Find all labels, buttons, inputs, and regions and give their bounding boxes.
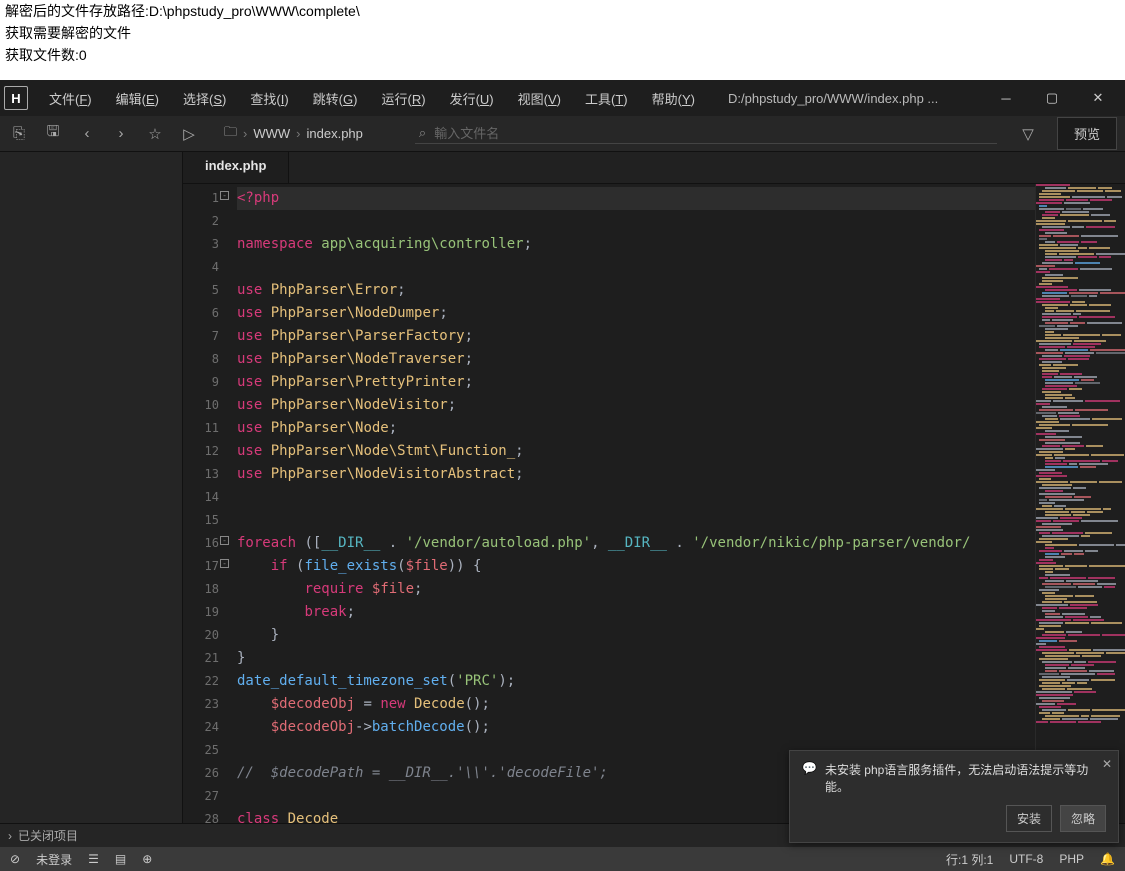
- tab-bar: index.php: [183, 152, 1125, 184]
- status-login[interactable]: 未登录: [36, 851, 72, 868]
- notification-close-icon[interactable]: ✕: [1102, 757, 1112, 771]
- editor-main: index.php 1-2345678910111213141516-17-18…: [183, 152, 1125, 823]
- minimap[interactable]: [1035, 184, 1125, 823]
- new-file-icon[interactable]: ⎘: [8, 123, 30, 145]
- app-icon: H: [4, 86, 28, 110]
- menu-goto[interactable]: 跳转(G): [302, 85, 369, 112]
- menu-run[interactable]: 运行(R): [370, 85, 436, 112]
- folder-icon: 🗀: [224, 123, 237, 145]
- save-icon[interactable]: 🖫: [42, 123, 64, 145]
- menu-publish[interactable]: 发行(U): [439, 85, 505, 112]
- minimize-button[interactable]: ─: [983, 80, 1029, 116]
- menu-tools[interactable]: 工具(T): [574, 85, 639, 112]
- menu-bar: H 文件(F) 编辑(E) 选择(S) 查找(I) 跳转(G) 运行(R) 发行…: [0, 80, 1125, 116]
- tab-index-php[interactable]: index.php: [183, 152, 289, 183]
- sidebar: [0, 152, 183, 823]
- window-controls: ─ ▢ ✕: [983, 80, 1121, 116]
- maximize-button[interactable]: ▢: [1029, 80, 1075, 116]
- message-icon: 💬: [802, 761, 817, 795]
- status-rowcol[interactable]: 行:1 列:1: [946, 851, 993, 868]
- code-editor[interactable]: 1-2345678910111213141516-17-181920212223…: [183, 184, 1125, 823]
- chevron-right-icon: ›: [8, 829, 12, 843]
- breadcrumb-folder[interactable]: WWW: [253, 126, 290, 141]
- gutter: 1-2345678910111213141516-17-181920212223…: [183, 184, 231, 823]
- menu-view[interactable]: 视图(V): [507, 85, 572, 112]
- ignore-button[interactable]: 忽略: [1060, 805, 1106, 832]
- forward-icon[interactable]: ›: [110, 123, 132, 145]
- install-button[interactable]: 安装: [1006, 805, 1052, 832]
- toolbar: ⎘ 🖫 ‹ › ☆ ▷ 🗀 › WWW › index.php ⌕ ▽ 预览: [0, 116, 1125, 152]
- list-icon[interactable]: ☰: [88, 852, 99, 866]
- notification-message: 未安装 php语言服务插件，无法启动语法提示等功能。: [825, 761, 1106, 795]
- globe-icon[interactable]: ⊕: [142, 852, 152, 866]
- status-encoding[interactable]: UTF-8: [1009, 852, 1043, 866]
- search-icon: ⌕: [419, 125, 426, 141]
- console-line: 获取文件数:0: [5, 44, 1120, 66]
- breadcrumb: 🗀 › WWW › index.php: [224, 123, 363, 145]
- closed-label: 已关闭项目: [18, 827, 78, 844]
- star-icon[interactable]: ☆: [144, 123, 166, 145]
- console-line: 解密后的文件存放路径:D:\phpstudy_pro\WWW\complete\: [5, 0, 1120, 22]
- play-icon[interactable]: ▷: [178, 123, 200, 145]
- editor-window: H 文件(F) 编辑(E) 选择(S) 查找(I) 跳转(G) 运行(R) 发行…: [0, 80, 1125, 871]
- notification: ✕ 💬 未安装 php语言服务插件，无法启动语法提示等功能。 安装 忽略: [789, 750, 1119, 843]
- panel-icon[interactable]: ▤: [115, 852, 126, 866]
- menu-help[interactable]: 帮助(Y): [641, 85, 706, 112]
- chevron-right-icon: ›: [296, 126, 300, 141]
- code-area[interactable]: <?php namespace app\acquiring\controller…: [231, 184, 1035, 823]
- back-icon[interactable]: ‹: [76, 123, 98, 145]
- search-box: ⌕: [415, 123, 997, 144]
- filter-icon[interactable]: ▽: [1017, 123, 1039, 145]
- menu-find[interactable]: 查找(I): [239, 85, 299, 112]
- close-button[interactable]: ✕: [1075, 80, 1121, 116]
- preview-button[interactable]: 预览: [1057, 117, 1117, 150]
- status-bar: ⊘ 未登录 ☰ ▤ ⊕ 行:1 列:1 UTF-8 PHP 🔔: [0, 847, 1125, 871]
- bell-icon[interactable]: 🔔: [1100, 852, 1115, 866]
- console-line: 获取需要解密的文件: [5, 22, 1120, 44]
- user-icon: ⊘: [10, 852, 20, 866]
- console-output: 解密后的文件存放路径:D:\phpstudy_pro\WWW\complete\…: [0, 0, 1125, 66]
- menu-file[interactable]: 文件(F): [38, 85, 103, 112]
- chevron-right-icon: ›: [243, 126, 247, 141]
- title-path: D:/phpstudy_pro/WWW/index.php ...: [728, 91, 981, 106]
- menu-select[interactable]: 选择(S): [172, 85, 237, 112]
- main-area: index.php 1-2345678910111213141516-17-18…: [0, 152, 1125, 823]
- breadcrumb-file[interactable]: index.php: [307, 126, 363, 141]
- menu-edit[interactable]: 编辑(E): [105, 85, 170, 112]
- status-lang[interactable]: PHP: [1059, 852, 1084, 866]
- search-input[interactable]: [434, 126, 993, 141]
